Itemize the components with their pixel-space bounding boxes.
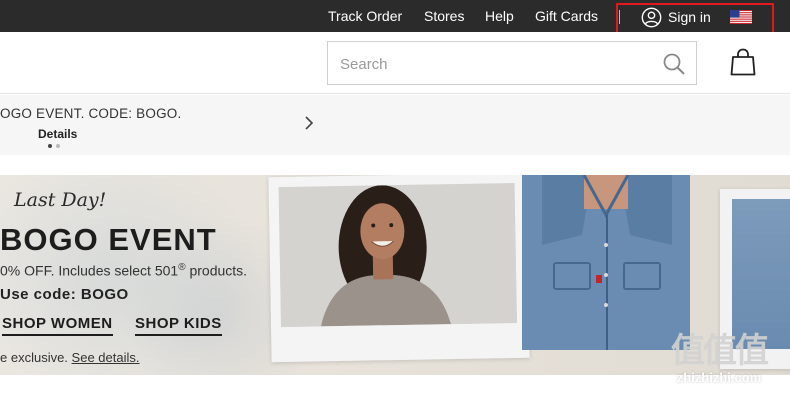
carousel-dot[interactable] — [56, 144, 60, 148]
nav-link-stores[interactable]: Stores — [424, 0, 464, 32]
user-account-icon — [641, 7, 662, 27]
see-details-link[interactable]: See details. — [72, 350, 140, 365]
nav-link-help[interactable]: Help — [485, 0, 514, 32]
chevron-right-icon[interactable] — [303, 115, 315, 131]
search-input[interactable] — [340, 52, 650, 76]
photo-image — [278, 182, 517, 328]
search-box[interactable] — [327, 41, 697, 85]
photo-image — [732, 199, 790, 349]
shopping-bag-icon[interactable] — [730, 48, 756, 76]
stores-link[interactable]: Stores — [424, 8, 464, 24]
hero-headline: BOGO EVENT — [0, 222, 217, 257]
sign-in-label: Sign in — [668, 9, 711, 25]
man-illustration — [522, 175, 690, 350]
shop-women-link[interactable]: SHOP WOMEN — [2, 315, 113, 336]
track-order-link[interactable]: Track Order — [328, 8, 402, 24]
fine-print-text: e exclusive. — [0, 350, 72, 365]
gift-cards-link[interactable]: Gift Cards — [535, 8, 598, 24]
carousel-dot[interactable] — [48, 144, 52, 148]
nav-link-track-order[interactable]: Track Order — [328, 0, 402, 32]
help-link[interactable]: Help — [485, 8, 514, 24]
hero-photo-man — [522, 175, 690, 350]
sign-in-button[interactable]: Sign in — [641, 6, 711, 28]
promo-text: OGO EVENT. CODE: BOGO. — [0, 106, 182, 121]
watermark-text: zhizhizhi.com — [676, 370, 762, 385]
subline-text: 0% OFF. Includes select 501 — [0, 262, 179, 279]
shop-kids-link[interactable]: SHOP KIDS — [135, 315, 222, 336]
promo-banner: OGO EVENT. CODE: BOGO. Details — [0, 95, 790, 155]
registered-mark: ® — [178, 262, 186, 273]
nav-link-gift-cards[interactable]: Gift Cards — [535, 0, 598, 32]
promo-details-link[interactable]: Details — [38, 127, 77, 141]
site-header — [0, 32, 790, 94]
hero-eyebrow: Last Day! — [14, 189, 107, 211]
watermark-logo: 值值值 — [671, 331, 769, 371]
woman-illustration — [278, 182, 517, 328]
topbar-divider — [619, 10, 620, 24]
fine-print: e exclusive. See details. — [0, 350, 139, 365]
hero-subline: 0% OFF. Includes select 501® products. — [0, 262, 247, 279]
hero-photo-woman — [268, 175, 530, 363]
site-watermark: 值值值 zhizhizhi.com — [654, 332, 784, 398]
subline-text-end: products. — [185, 262, 248, 279]
carousel-dots — [48, 144, 60, 148]
us-flag-icon[interactable] — [730, 10, 752, 24]
promo-code-line: Use code: BOGO — [0, 286, 129, 303]
search-icon[interactable] — [662, 52, 686, 76]
